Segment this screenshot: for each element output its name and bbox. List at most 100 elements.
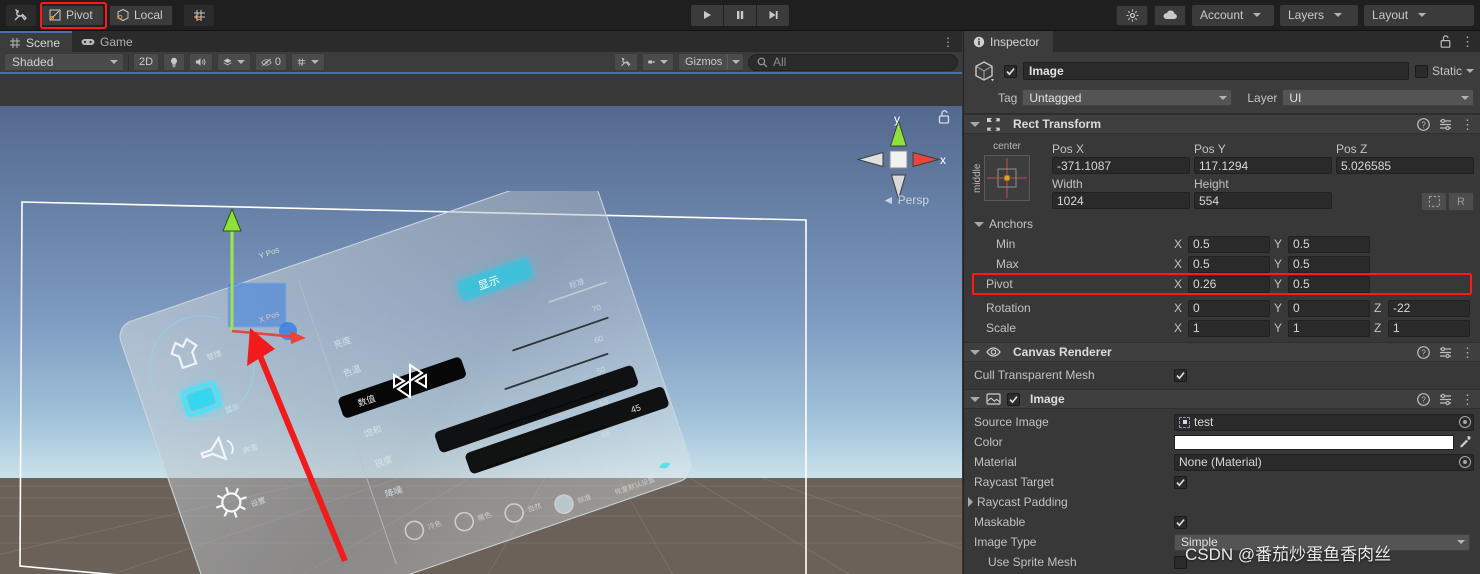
- static-checkbox[interactable]: [1414, 64, 1428, 78]
- component-header-canvas-renderer[interactable]: Canvas Renderer ? ⋮: [964, 342, 1480, 362]
- rotation-y-field[interactable]: 0: [1288, 299, 1370, 317]
- raycast-target-checkbox[interactable]: [1174, 475, 1187, 489]
- pos-y-field[interactable]: 117.1294: [1194, 157, 1332, 174]
- layers-dropdown[interactable]: Layers: [1280, 4, 1358, 26]
- inspector-lock-button[interactable]: [1440, 35, 1451, 48]
- space-mode-button[interactable]: Local: [109, 4, 173, 26]
- two-d-toggle[interactable]: 2D: [133, 53, 159, 71]
- tools-icon[interactable]: [6, 4, 36, 26]
- hidden-objects-toggle[interactable]: 0: [255, 53, 287, 71]
- grid-snap-button[interactable]: [184, 4, 214, 26]
- rotation-x-field[interactable]: 0: [1188, 299, 1270, 317]
- width-field[interactable]: 1024: [1052, 192, 1190, 209]
- gameobject-enabled-checkbox[interactable]: [1004, 64, 1017, 78]
- tab-inspector[interactable]: Inspector: [964, 31, 1054, 52]
- eyedropper-icon[interactable]: [1458, 435, 1474, 449]
- pivot-y-field[interactable]: 0.5: [1288, 275, 1370, 293]
- scene-tools-button[interactable]: [614, 53, 638, 71]
- material-field[interactable]: None (Material): [1174, 453, 1474, 471]
- scale-y-field[interactable]: 1: [1288, 319, 1370, 337]
- services-button[interactable]: [1116, 4, 1148, 26]
- gizmos-dropdown[interactable]: Gizmos: [678, 53, 744, 71]
- static-toggle-group[interactable]: Static: [1414, 64, 1474, 78]
- scene-grid-dropdown[interactable]: y: [291, 53, 325, 71]
- scale-x-field[interactable]: 1: [1188, 319, 1270, 337]
- inspector-options-kebab[interactable]: ⋮: [1461, 35, 1474, 48]
- gizmo-lock-button[interactable]: [938, 110, 950, 127]
- chevron-down-icon[interactable]: [1466, 69, 1474, 73]
- raw-edit-button[interactable]: R: [1448, 192, 1474, 211]
- object-picker-icon[interactable]: [1459, 416, 1471, 428]
- scene-fx-dropdown[interactable]: [217, 53, 251, 71]
- anchor-min-x-field[interactable]: 0.5: [1188, 235, 1270, 253]
- pause-button[interactable]: [724, 4, 756, 26]
- anchor-max-x-field[interactable]: 0.5: [1188, 255, 1270, 273]
- foldout-arrow-icon[interactable]: [970, 396, 980, 402]
- color-swatch[interactable]: [1174, 434, 1454, 450]
- anchors-foldout-row[interactable]: Anchors: [964, 214, 1480, 234]
- audio-icon: [195, 58, 206, 66]
- component-options-kebab[interactable]: ⋮: [1461, 118, 1474, 131]
- scene-options-kebab[interactable]: ⋮: [942, 35, 954, 49]
- layer-dropdown[interactable]: UI: [1282, 89, 1474, 106]
- draw-mode-dropdown[interactable]: Shaded: [4, 53, 124, 71]
- scene-camera-dropdown[interactable]: [642, 53, 674, 71]
- pivot-x-field[interactable]: 0.26: [1188, 275, 1270, 293]
- blueprint-mode-button[interactable]: [1421, 192, 1447, 211]
- position-values-row: -371.1087 117.1294 5.026585: [1052, 157, 1474, 174]
- layout-dropdown[interactable]: Layout: [1364, 4, 1474, 26]
- axis-y-label: Y: [1274, 301, 1283, 315]
- step-icon: [769, 11, 778, 19]
- maskable-checkbox[interactable]: [1174, 515, 1187, 529]
- scene-viewport[interactable]: 管理 显示 声音 设置 亮度 色温 对比 饱和 锐度 降噪: [0, 106, 962, 574]
- rotation-z-field[interactable]: -22: [1388, 299, 1470, 317]
- object-picker-icon[interactable]: [1459, 456, 1471, 468]
- foldout-arrow-icon[interactable]: [970, 121, 980, 127]
- blueprint-mode-icon: [1428, 195, 1440, 208]
- pause-icon: [737, 11, 744, 19]
- pos-x-field[interactable]: -371.1087: [1052, 157, 1190, 174]
- scale-z-field[interactable]: 1: [1388, 319, 1470, 337]
- ui-canvas-object[interactable]: 管理 显示 声音 设置 亮度 色温 对比 饱和 锐度 降噪: [110, 191, 810, 574]
- play-button[interactable]: [691, 4, 723, 26]
- raycast-padding-foldout-icon[interactable]: [968, 497, 973, 507]
- pivot-mode-button[interactable]: Pivot: [41, 4, 104, 26]
- component-header-rect-transform[interactable]: Rect Transform ? ⋮: [964, 114, 1480, 134]
- raycast-padding-row[interactable]: Raycast Padding: [964, 492, 1480, 512]
- gameobject-name-field[interactable]: Image: [1023, 62, 1409, 80]
- component-options-kebab[interactable]: ⋮: [1461, 393, 1474, 406]
- scene-audio-toggle[interactable]: [189, 53, 213, 71]
- source-image-value: test: [1194, 415, 1214, 429]
- tab-game[interactable]: Game: [72, 31, 145, 52]
- pos-z-field[interactable]: 5.026585: [1336, 157, 1474, 174]
- tab-scene[interactable]: Scene: [0, 31, 73, 52]
- anchor-preset-widget[interactable]: middle center: [972, 141, 1046, 211]
- height-field[interactable]: 554: [1194, 192, 1332, 209]
- foldout-arrow-icon[interactable]: [970, 349, 980, 355]
- use-sprite-mesh-checkbox[interactable]: [1174, 555, 1187, 569]
- unlocked-padlock-icon: [938, 110, 950, 124]
- anchors-foldout-icon[interactable]: [974, 221, 984, 227]
- component-options-kebab[interactable]: ⋮: [1461, 346, 1474, 359]
- image-type-dropdown[interactable]: Simple: [1174, 533, 1470, 551]
- cloud-button[interactable]: [1154, 4, 1186, 26]
- gameobject-cube-icon[interactable]: [970, 58, 998, 84]
- hidden-objects-icon: [261, 58, 272, 66]
- image-enabled-checkbox[interactable]: [1007, 392, 1020, 406]
- scene-toolbar: Shaded 2D 0 y Gizmos All: [0, 52, 962, 74]
- position-labels-row: Pos X Pos Y Pos Z: [1052, 141, 1474, 157]
- anchor-min-y-field[interactable]: 0.5: [1288, 235, 1370, 253]
- source-image-field[interactable]: test: [1174, 413, 1474, 431]
- tag-dropdown[interactable]: Untagged: [1022, 89, 1233, 106]
- anchor-preset-box[interactable]: [984, 155, 1030, 201]
- account-dropdown[interactable]: Account: [1192, 4, 1274, 26]
- cull-transparent-mesh-checkbox[interactable]: [1174, 368, 1187, 382]
- anchor-max-y-field[interactable]: 0.5: [1288, 255, 1370, 273]
- svg-text:?: ?: [1421, 120, 1426, 129]
- step-button[interactable]: [757, 4, 789, 26]
- projection-mode-label[interactable]: ◄ Persp: [882, 193, 929, 207]
- tab-scene-label: Scene: [26, 35, 61, 50]
- scene-lighting-toggle[interactable]: [163, 53, 185, 71]
- scene-search-input[interactable]: All: [748, 53, 958, 71]
- component-header-image[interactable]: Image ? ⋮: [964, 389, 1480, 409]
